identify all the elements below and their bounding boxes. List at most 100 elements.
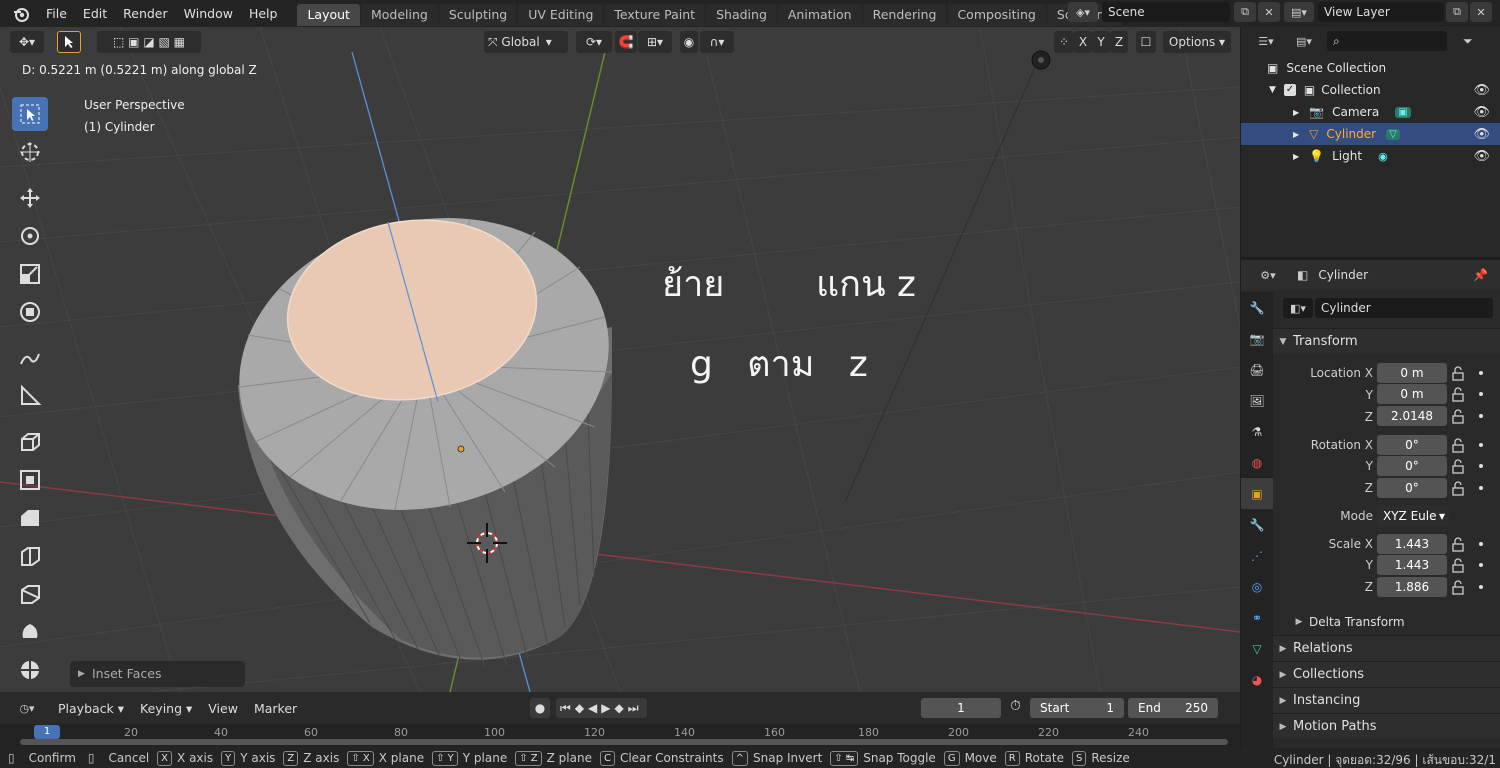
tab-animation[interactable]: Animation: [777, 3, 862, 26]
output-tab-icon[interactable]: 🖨: [1241, 354, 1273, 385]
tab-layout[interactable]: Layout: [297, 3, 360, 26]
move-tool[interactable]: [12, 181, 48, 215]
copy-scene-icon[interactable]: ⧉: [1234, 2, 1256, 22]
3d-viewport[interactable]: ✥▾ ⬚ ▣ ◪ ▧ ▦ ⤧ Global ▾ ⟳▾ 🧲 ⊞▾ ◉ ∩▾ ⁘ X…: [0, 27, 1240, 692]
data-tab-icon[interactable]: ▽: [1241, 633, 1273, 664]
measure-tool[interactable]: [12, 379, 48, 413]
properties-editor-type-icon[interactable]: ⚙▾: [1251, 265, 1285, 285]
visibility-eye-icon[interactable]: 👁: [1473, 83, 1490, 98]
modifier-tab-icon[interactable]: 🔧: [1241, 509, 1273, 540]
tab-texture-paint[interactable]: Texture Paint: [604, 3, 706, 26]
transform-orientation-dropdown[interactable]: ⤧ Global ▾: [484, 31, 568, 53]
material-tab-icon[interactable]: ◕: [1241, 664, 1273, 695]
stopwatch-icon[interactable]: ⏱: [1010, 698, 1021, 714]
tab-modeling[interactable]: Modeling: [360, 3, 438, 26]
menu-render[interactable]: Render: [115, 0, 176, 27]
remove-scene-icon[interactable]: ✕: [1258, 2, 1280, 22]
editor-type-button[interactable]: ✥▾: [10, 31, 44, 53]
scale-x-field[interactable]: 1.443: [1377, 534, 1447, 554]
camera-data-icon[interactable]: ▣: [1395, 106, 1411, 118]
rotation-x-field[interactable]: 0°: [1377, 435, 1447, 455]
transform-tool[interactable]: [12, 295, 48, 329]
scene-name-field[interactable]: Scene: [1102, 2, 1230, 22]
jump-end-icon[interactable]: ⏭: [628, 701, 643, 715]
snap-toggle[interactable]: 🧲: [615, 31, 637, 53]
play-reverse-icon[interactable]: ◀: [588, 701, 601, 715]
delta-transform-subpanel[interactable]: ▶ Delta Transform: [1273, 609, 1500, 635]
blender-logo-icon[interactable]: [10, 3, 32, 25]
marker-menu[interactable]: Marker: [254, 701, 297, 716]
rotation-mode-dropdown[interactable]: XYZ Eule ▾: [1377, 506, 1449, 526]
menu-window[interactable]: Window: [176, 0, 241, 27]
expand-arrow-icon[interactable]: ▶: [1293, 108, 1299, 117]
tab-compositing[interactable]: Compositing: [947, 3, 1046, 26]
scale-z-field[interactable]: 1.886: [1377, 577, 1447, 597]
scene-collection-row[interactable]: ▣ Scene Collection: [1241, 57, 1500, 79]
rotate-tool[interactable]: [12, 219, 48, 253]
outliner-item-camera[interactable]: ▶ 📷 Camera ▣ 👁: [1241, 101, 1500, 123]
view-menu[interactable]: View: [208, 701, 238, 716]
object-type-icon[interactable]: ◧▾: [1283, 298, 1313, 318]
options-dropdown[interactable]: Options ▾: [1163, 31, 1231, 53]
tab-sculpting[interactable]: Sculpting: [438, 3, 518, 26]
next-keyframe-icon[interactable]: ◆: [615, 701, 628, 715]
menu-help[interactable]: Help: [241, 0, 286, 27]
tab-uv-editing[interactable]: UV Editing: [518, 3, 604, 26]
tab-rendering[interactable]: Rendering: [862, 3, 947, 26]
poly-build-tool[interactable]: [12, 615, 48, 649]
checkbox-icon[interactable]: ✓: [1283, 84, 1296, 96]
expand-arrow-icon[interactable]: ▶: [1293, 130, 1299, 139]
motion-paths-panel-header[interactable]: ▶ Motion Paths: [1273, 713, 1500, 739]
filter-icon[interactable]: ⏷: [1463, 34, 1473, 49]
constraints-tab-icon[interactable]: ⚭: [1241, 602, 1273, 633]
bevel-tool[interactable]: [12, 501, 48, 535]
scene-icon[interactable]: ◈▾: [1068, 2, 1098, 22]
inset-faces-tool[interactable]: [12, 463, 48, 497]
pivot-point-dropdown[interactable]: ⟳▾: [576, 31, 612, 53]
proportional-edit-toggle[interactable]: ◉: [680, 31, 698, 53]
light-data-icon[interactable]: ◉: [1378, 150, 1388, 163]
mesh-data-icon[interactable]: ▽: [1386, 128, 1400, 140]
spin-tool[interactable]: [12, 653, 48, 687]
outliner-item-light[interactable]: ▶ 💡 Light ◉ 👁: [1241, 145, 1500, 167]
display-mode-icon[interactable]: ▤▾: [1287, 31, 1321, 51]
physics-tab-icon[interactable]: ◎: [1241, 571, 1273, 602]
scale-tool[interactable]: [12, 257, 48, 291]
rotation-z-field[interactable]: 0°: [1377, 478, 1447, 498]
mirror-z-toggle[interactable]: Z: [1110, 31, 1128, 53]
tab-shading[interactable]: Shading: [706, 3, 777, 26]
mirror-y-toggle[interactable]: Y: [1092, 31, 1110, 53]
render-tab-icon[interactable]: 📷: [1241, 323, 1273, 354]
select-box-tool[interactable]: [12, 97, 48, 131]
expand-arrow-icon[interactable]: ▶: [1293, 152, 1299, 161]
visibility-eye-icon[interactable]: 👁: [1473, 127, 1490, 142]
location-z-field[interactable]: 2.0148: [1377, 406, 1447, 426]
object-tab-icon[interactable]: ▣: [1241, 478, 1273, 509]
outliner-item-cylinder[interactable]: ▶ ▽ Cylinder ▽ 👁: [1241, 123, 1500, 145]
location-x-field[interactable]: 0 m: [1377, 363, 1447, 383]
particles-tab-icon[interactable]: ⋰: [1241, 540, 1273, 571]
collection-row[interactable]: ▼ ✓ ▣ Collection 👁: [1241, 79, 1500, 101]
world-tab-icon[interactable]: ◍: [1241, 447, 1273, 478]
jump-start-icon[interactable]: ⏮: [560, 701, 575, 715]
transform-panel-header[interactable]: ▼ Transform: [1273, 328, 1500, 354]
object-name-field[interactable]: Cylinder: [1315, 298, 1493, 318]
relations-panel-header[interactable]: ▶ Relations: [1273, 635, 1500, 661]
current-frame-field[interactable]: 1: [921, 698, 1001, 718]
menu-edit[interactable]: Edit: [75, 0, 115, 27]
visibility-eye-icon[interactable]: 👁: [1473, 105, 1490, 120]
last-operator-panel[interactable]: ▶ Inset Faces: [70, 661, 245, 687]
prev-keyframe-icon[interactable]: ◆: [575, 701, 588, 715]
keying-menu[interactable]: Keying ▾: [140, 701, 192, 716]
expand-arrow-icon[interactable]: ▼: [1269, 85, 1276, 95]
view-layer-name-field[interactable]: View Layer: [1318, 2, 1444, 22]
outliner-editor-type-icon[interactable]: ☰▾: [1249, 31, 1283, 51]
start-frame-field[interactable]: Start 1: [1030, 698, 1124, 718]
select-mode-buttons[interactable]: ⬚ ▣ ◪ ▧ ▦: [97, 31, 201, 53]
timeline-ruler[interactable]: 1 20 40 60 80 100 120 140 160 180 200 22…: [0, 724, 1240, 748]
scene-tab-icon[interactable]: ⚗: [1241, 416, 1273, 447]
instancing-panel-header[interactable]: ▶ Instancing: [1273, 687, 1500, 713]
menu-file[interactable]: File: [38, 0, 75, 27]
extrude-region-tool[interactable]: [12, 425, 48, 459]
scale-y-field[interactable]: 1.443: [1377, 555, 1447, 575]
